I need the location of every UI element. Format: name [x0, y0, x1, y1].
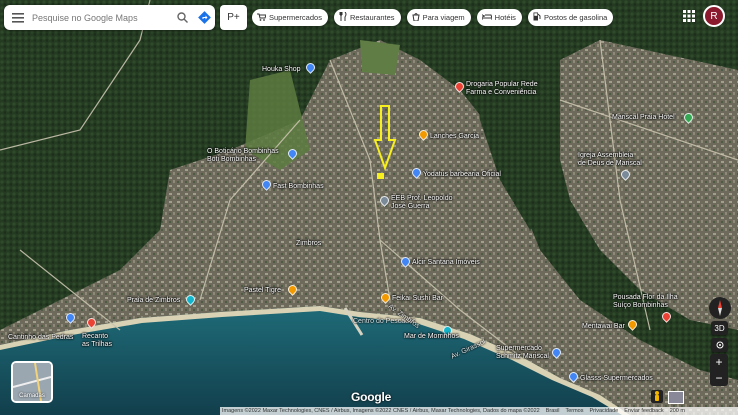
- footer-link-termos[interactable]: Termos: [565, 408, 583, 414]
- zoom-control: + −: [710, 354, 728, 386]
- place-label[interactable]: Yodatus barbearia Oficial: [423, 171, 501, 179]
- chip-supermercados[interactable]: Supermercados: [252, 9, 328, 26]
- place-label[interactable]: Feikai Sushi Bar: [392, 295, 443, 303]
- bed-icon: [481, 13, 493, 22]
- search-input[interactable]: [32, 12, 171, 23]
- place-label[interactable]: Fast Bombinhas: [273, 183, 324, 191]
- compass-icon[interactable]: [709, 297, 731, 319]
- place-label[interactable]: EEB Prof. Leopoldo José Guerra: [391, 195, 453, 211]
- gas-pump-icon: [533, 12, 541, 23]
- imagery-attribution: Imagens ©2022 Maxar Technologies, CNES /…: [222, 408, 540, 414]
- place-label[interactable]: Cantinho das Pedras: [8, 334, 73, 342]
- account-avatar[interactable]: R: [703, 5, 725, 27]
- place-label[interactable]: O Boticário Bombinhas Boti Bombinhas: [207, 148, 279, 164]
- chip-para-viagem[interactable]: Para viagem: [406, 9, 471, 26]
- field-area: [360, 40, 400, 75]
- place-label[interactable]: Drogaria Popular Rede Farma e Conveniênc…: [466, 81, 538, 97]
- 3d-label: 3D: [714, 323, 725, 333]
- place-label[interactable]: Pastel Tigre: [244, 287, 281, 295]
- avatar-initial: R: [710, 10, 718, 22]
- layer-toggle-button[interactable]: P+: [220, 5, 247, 30]
- place-label[interactable]: Mar de Morrinhos: [404, 333, 459, 341]
- satellite-map[interactable]: [0, 0, 738, 415]
- place-label[interactable]: Praia de Zimbros: [127, 297, 180, 305]
- chip-postos-de-gasolina[interactable]: Postos de gasolina: [527, 9, 614, 26]
- place-label[interactable]: Mentawai Bar: [582, 323, 625, 331]
- cart-icon: [257, 13, 267, 23]
- map-footer: Imagens ©2022 Maxar Technologies, CNES /…: [220, 407, 738, 415]
- place-label[interactable]: Alcir Santana Imóveis: [412, 259, 480, 267]
- fork-knife-icon: [339, 11, 347, 23]
- place-label[interactable]: Mariscal Praia Hotel: [612, 114, 675, 122]
- apps-grid-icon[interactable]: [682, 9, 696, 23]
- place-label[interactable]: Supermercado Schmitz Mariscal: [496, 345, 549, 361]
- place-label[interactable]: Recanto as Trilhas: [82, 333, 112, 349]
- layers-label: Camadas: [19, 393, 45, 399]
- place-label[interactable]: Glasss Supermercados: [580, 375, 653, 383]
- place-label[interactable]: Houka Shop: [262, 66, 301, 74]
- zoom-out-button[interactable]: −: [710, 370, 728, 386]
- chip-restaurantes[interactable]: Restaurantes: [333, 9, 401, 26]
- pegman-icon[interactable]: [651, 390, 663, 403]
- selected-marker[interactable]: [377, 173, 384, 179]
- my-location-icon[interactable]: [711, 338, 728, 352]
- chip-label: Supermercados: [269, 13, 322, 22]
- hamburger-menu-icon[interactable]: [4, 5, 32, 30]
- google-logo: Google: [351, 390, 392, 404]
- 3d-button[interactable]: 3D: [711, 321, 728, 335]
- footer-link-brasil[interactable]: Brasil: [546, 408, 560, 414]
- minimap-thumbnail[interactable]: [668, 391, 684, 404]
- scale-bar[interactable]: 200 m: [670, 408, 685, 414]
- chip-label: Para viagem: [422, 13, 465, 22]
- chip-label: Hotéis: [494, 13, 516, 22]
- directions-icon[interactable]: [193, 5, 215, 30]
- footer-link-privacidade[interactable]: Privacidade: [589, 408, 618, 414]
- footer-link-feedback[interactable]: Enviar feedback: [624, 408, 663, 414]
- layers-button[interactable]: Camadas: [11, 361, 53, 403]
- search-box[interactable]: [4, 5, 215, 30]
- takeout-bag-icon: [411, 12, 420, 23]
- zoom-in-button[interactable]: +: [710, 354, 728, 370]
- layer-toggle-label: P+: [227, 12, 240, 23]
- category-chips: Supermercados Restaurantes Para viagem H…: [252, 9, 614, 26]
- chip-label: Postos de gasolina: [543, 13, 608, 22]
- search-icon[interactable]: [171, 5, 193, 30]
- place-label: Zimbros: [296, 240, 322, 247]
- chip-label: Restaurantes: [349, 13, 395, 22]
- place-label[interactable]: Lanches Garcia: [430, 133, 479, 141]
- place-label[interactable]: Igreja Assembleia de Deus de Mariscal: [578, 152, 642, 168]
- chip-hoteis[interactable]: Hotéis: [476, 9, 522, 26]
- place-label[interactable]: Pousada Flor da Ilha Suíço Bombinhas: [613, 294, 678, 310]
